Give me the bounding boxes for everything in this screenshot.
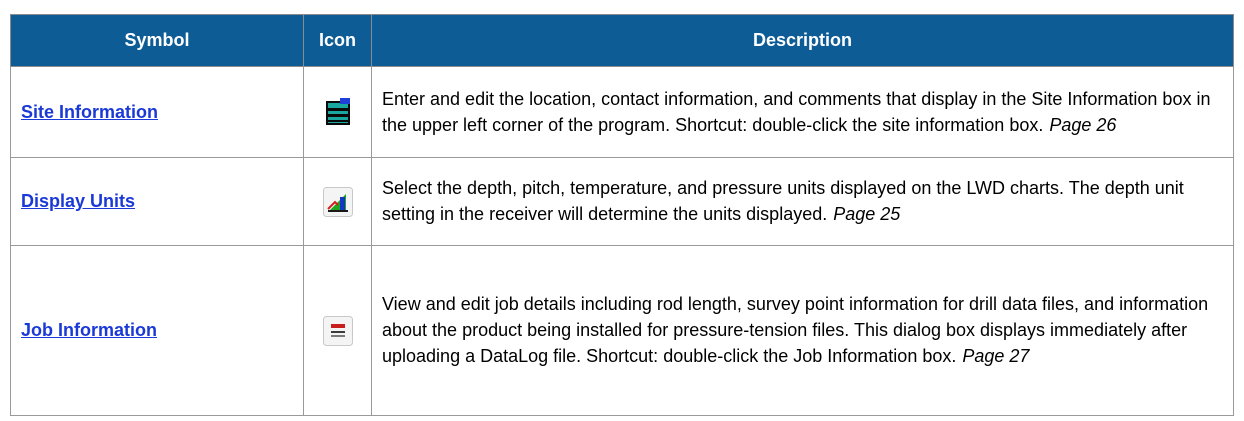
page-reference: Page 26 (1049, 114, 1117, 135)
description-cell: Enter and edit the location, contact inf… (371, 66, 1234, 158)
description-text: View and edit job details including rod … (382, 294, 1209, 366)
site-information-icon (323, 97, 353, 127)
reference-table: Symbol Icon Description Site Information (10, 14, 1234, 416)
icon-cell (303, 66, 372, 158)
display-units-link[interactable]: Display Units (21, 191, 135, 211)
header-description: Description (371, 14, 1234, 67)
page-reference: Page 25 (833, 204, 901, 224)
description-text: Select the depth, pitch, temperature, an… (382, 178, 1184, 224)
table-row: Site Information Enter and edit the loca… (10, 66, 1234, 158)
icon-cell (303, 157, 372, 246)
job-information-icon (322, 315, 353, 346)
table-header: Symbol Icon Description (10, 14, 1234, 67)
job-information-link[interactable]: Job Information (21, 320, 157, 340)
table-row: Display Units Select the depth, pitch, t… (10, 157, 1234, 246)
symbol-cell: Site Information (10, 66, 304, 158)
site-information-link[interactable]: Site Information (21, 102, 158, 122)
header-icon: Icon (303, 14, 372, 67)
table-row: Job Information View and edit job detail… (10, 245, 1234, 416)
header-symbol: Symbol (10, 14, 304, 67)
symbol-cell: Display Units (10, 157, 304, 246)
icon-cell (303, 245, 372, 416)
description-cell: View and edit job details including rod … (371, 245, 1234, 416)
description-cell: Select the depth, pitch, temperature, an… (371, 157, 1234, 246)
page-reference: Page 27 (962, 346, 1030, 366)
symbol-cell: Job Information (10, 245, 304, 416)
display-units-icon (322, 186, 353, 217)
